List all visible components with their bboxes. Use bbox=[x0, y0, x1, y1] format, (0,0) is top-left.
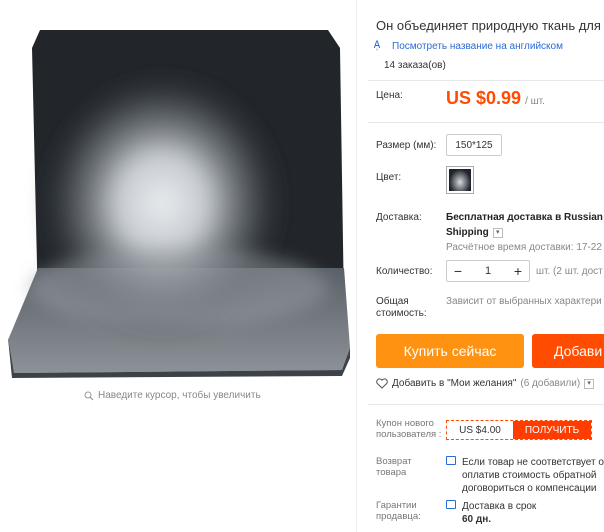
price: US $0.99 / шт. bbox=[446, 88, 545, 109]
column-divider bbox=[356, 0, 357, 532]
shipping-method[interactable]: Shipping ▾ bbox=[446, 225, 503, 240]
shipping-line1: Бесплатная доставка в Russian bbox=[446, 212, 603, 223]
separator bbox=[368, 80, 604, 81]
zoom-hint: Наведите курсор, чтобы увеличить bbox=[84, 390, 261, 401]
color-option[interactable] bbox=[446, 166, 474, 194]
coupon-label: Купон нового пользователя : bbox=[376, 418, 442, 440]
chevron-down-icon: ▾ bbox=[584, 378, 595, 389]
zoom-hint-text: Наведите курсор, чтобы увеличить bbox=[98, 390, 261, 401]
price-amount: US $0.99 bbox=[446, 88, 522, 108]
product-main-image[interactable] bbox=[8, 8, 350, 378]
return-policy: Если товар не соответствует о оплатив ст… bbox=[446, 456, 604, 495]
return-line1: Если товар не соответствует о bbox=[462, 457, 604, 468]
total-label: Общая стоимость: bbox=[376, 296, 427, 319]
guarantee-line2: 60 дн. bbox=[462, 514, 492, 525]
seller-guarantee: Доставка в срок 60 дн. bbox=[446, 500, 536, 526]
guarantee-label: Гарантии продавца: bbox=[376, 500, 421, 522]
shipping-eta: Расчётное время доставки: 17-22 bbox=[446, 242, 602, 253]
wishlist-button[interactable]: Добавить в "Мои желания" (6 добавили) ▾ bbox=[376, 378, 595, 389]
shipping-info: Бесплатная доставка в Russian Shipping ▾… bbox=[446, 210, 604, 255]
qty-plus-button[interactable]: + bbox=[507, 261, 529, 281]
translate-icon: Ꭺ͎ bbox=[374, 40, 381, 51]
qty-availability: шт. (2 шт. дост bbox=[536, 266, 603, 277]
chevron-down-icon: ▾ bbox=[492, 227, 503, 238]
shipping-method-text: Shipping bbox=[446, 227, 489, 238]
shipping-label: Доставка: bbox=[376, 212, 422, 223]
qty-label: Количество: bbox=[376, 266, 433, 277]
policy-icon bbox=[446, 456, 456, 465]
translate-title-link[interactable]: Ꭺ͎ Посмотреть название на английском bbox=[374, 40, 563, 52]
translate-link-text: Посмотреть название на английском bbox=[392, 40, 563, 52]
coupon-value: US $4.00 bbox=[447, 421, 513, 439]
get-coupon-button[interactable]: ПОЛУЧИТЬ bbox=[513, 421, 591, 439]
return-label: Возврат товара bbox=[376, 456, 412, 478]
product-details: Он объединяет природную ткань для ф Ꭺ͎ П… bbox=[368, 0, 604, 532]
qty-minus-button[interactable]: − bbox=[447, 261, 469, 281]
buy-now-button[interactable]: Купить сейчас bbox=[376, 334, 524, 368]
separator bbox=[368, 404, 604, 405]
delivery-icon bbox=[446, 500, 456, 509]
total-note: Зависит от выбранных характери bbox=[446, 296, 602, 307]
guarantee-line1: Доставка в срок bbox=[462, 501, 537, 512]
price-label: Цена: bbox=[376, 90, 403, 101]
price-unit: / шт. bbox=[525, 96, 545, 107]
size-option[interactable]: 150*125 bbox=[446, 134, 502, 156]
product-title: Он объединяет природную ткань для ф bbox=[376, 18, 604, 33]
color-label: Цвет: bbox=[376, 172, 402, 183]
return-line3: договориться о компенсации bbox=[462, 483, 597, 494]
orders-count: 14 заказа(ов) bbox=[384, 60, 446, 71]
wishlist-count: (6 добавили) bbox=[520, 378, 581, 389]
add-to-cart-button[interactable]: Добави bbox=[532, 334, 604, 368]
product-gallery: Наведите курсор, чтобы увеличить bbox=[0, 0, 356, 532]
quantity-stepper: − 1 + bbox=[446, 260, 530, 282]
wishlist-text: Добавить в "Мои желания" bbox=[392, 378, 517, 389]
separator bbox=[368, 122, 604, 123]
new-user-coupon: US $4.00 ПОЛУЧИТЬ bbox=[446, 420, 592, 440]
magnifier-icon bbox=[84, 391, 94, 400]
qty-value[interactable]: 1 bbox=[485, 265, 491, 277]
size-label: Размер (мм): bbox=[376, 140, 437, 151]
heart-icon bbox=[376, 378, 388, 389]
return-line2: оплатив стоимость обратной bbox=[462, 470, 597, 481]
